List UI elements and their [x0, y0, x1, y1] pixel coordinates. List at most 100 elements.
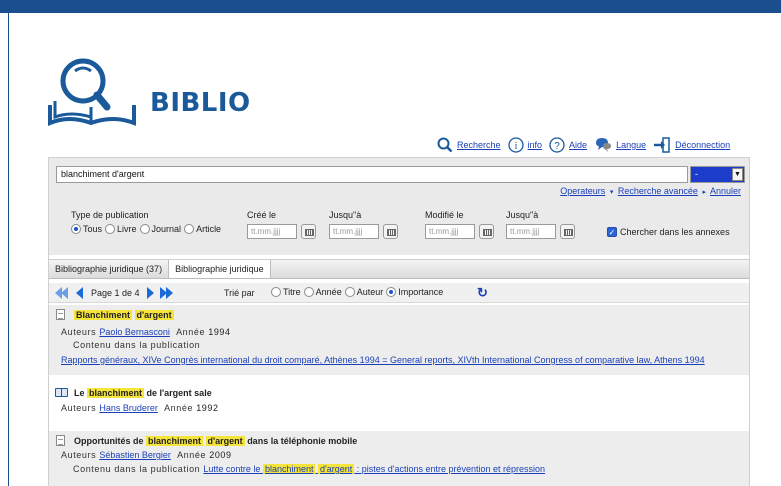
calendar-icon[interactable] — [383, 224, 398, 239]
caret-right-icon: ▸ — [702, 189, 706, 196]
cancel-link[interactable]: Annuler — [710, 186, 741, 196]
result-meta: Auteurs Paolo Bernasconi Année 1994 — [61, 327, 231, 337]
result-meta: Auteurs Hans Bruderer Année 1992 — [61, 403, 219, 413]
created-until-label: Jusqu"à — [329, 210, 362, 220]
year-value: 2009 — [209, 450, 232, 460]
list-item: Le blanchiment de l'argent sale Auteurs … — [49, 383, 749, 423]
radio-icon[interactable] — [303, 287, 314, 297]
search-icon[interactable] — [437, 137, 453, 153]
title-text: dans la téléphonie mobile — [244, 436, 358, 446]
info-icon[interactable]: i — [507, 137, 524, 153]
checkbox-checked-icon[interactable]: ✓ — [607, 227, 617, 237]
year-label: Année — [176, 327, 206, 337]
contained-label: Contenu dans la publication — [73, 464, 201, 474]
sort-option-titre[interactable]: Titre — [271, 287, 301, 297]
tab-bibliographie[interactable]: Bibliographie juridique — [169, 260, 271, 278]
result-title[interactable]: Blanchiment d'argent — [74, 310, 174, 320]
calendar-icon[interactable] — [301, 224, 316, 239]
created-to-field[interactable]: tt.mm.jjjj — [329, 224, 379, 239]
last-page-icon-2[interactable] — [166, 287, 173, 299]
radio-icon[interactable] — [184, 224, 195, 234]
type-option-label: Tous — [83, 224, 103, 234]
radio-icon[interactable] — [344, 287, 355, 297]
sort-option-label: Importance — [398, 287, 444, 297]
highlight-term: d'argent — [134, 310, 174, 320]
modified-label: Modifié le — [425, 210, 464, 220]
highlight-term: d'argent — [205, 436, 245, 446]
annexes-label: Chercher dans les annexes — [620, 227, 730, 237]
result-meta: Auteurs Sébastien Bergier Année 2009 — [61, 450, 232, 460]
language-icon[interactable] — [594, 137, 612, 153]
document-icon — [56, 309, 65, 320]
top-bar — [0, 0, 781, 13]
contained-label: Contenu dans la publication — [73, 340, 201, 350]
main-panel: blanchiment d'argent - ▼ Operateurs ▾ Re… — [48, 157, 750, 486]
operators-link[interactable]: Operateurs — [560, 186, 605, 196]
authors-label: Auteurs — [61, 450, 97, 460]
sort-option-label: Titre — [283, 287, 301, 297]
created-from-field[interactable]: tt.mm.jjjj — [247, 224, 297, 239]
year-label: Année — [177, 450, 207, 460]
type-option-article[interactable]: Article — [184, 224, 221, 234]
highlight-term: blanchiment — [262, 464, 316, 474]
first-page-icon-2[interactable] — [61, 287, 68, 299]
publication-link[interactable]: Rapports généraux, XIVe Congrès internat… — [61, 355, 705, 365]
search-panel: blanchiment d'argent - ▼ Operateurs ▾ Re… — [49, 157, 749, 255]
radio-icon[interactable] — [271, 287, 281, 297]
search-field-select[interactable]: - ▼ — [690, 166, 745, 183]
list-item: Opportunités de blanchiment d'argent dan… — [49, 431, 749, 486]
result-title[interactable]: Le blanchiment de l'argent sale — [74, 388, 212, 398]
type-option-label: Article — [196, 224, 222, 234]
author-link[interactable]: Paolo Bernasconi — [99, 327, 170, 337]
year-label: Année — [164, 403, 194, 413]
author-link[interactable]: Sébastien Bergier — [99, 450, 171, 460]
type-option-label: Journal — [151, 224, 182, 234]
nav-aide-link[interactable]: Aide — [569, 140, 587, 150]
radio-icon[interactable] — [105, 224, 116, 234]
sort-option-auteur[interactable]: Auteur — [344, 287, 383, 297]
year-value: 1992 — [196, 403, 219, 413]
search-input[interactable]: blanchiment d'argent — [56, 166, 688, 183]
type-option-livre[interactable]: Livre — [105, 224, 137, 234]
publication-text: : pistes d'actions entre prévention et r… — [354, 464, 546, 474]
logout-icon[interactable] — [653, 137, 671, 153]
radio-selected-icon[interactable] — [71, 224, 81, 234]
result-title[interactable]: Opportunités de blanchiment d'argent dan… — [74, 436, 357, 446]
type-option-tous[interactable]: Tous — [71, 224, 102, 234]
author-link[interactable]: Hans Bruderer — [99, 403, 158, 413]
annexes-option[interactable]: ✓ Chercher dans les annexes — [607, 227, 730, 237]
modified-from-field[interactable]: tt.mm.jjjj — [425, 224, 475, 239]
next-page-icon[interactable] — [147, 287, 154, 299]
nav-deconnection-link[interactable]: Déconnection — [675, 140, 730, 150]
type-option-journal[interactable]: Journal — [139, 224, 182, 234]
previous-page-icon[interactable] — [76, 287, 83, 299]
publication-text: Lutte contre le — [203, 464, 263, 474]
nav-info-link[interactable]: info — [528, 140, 543, 150]
chevron-down-icon[interactable]: ▼ — [732, 168, 743, 181]
calendar-icon[interactable] — [560, 224, 575, 239]
publication-link[interactable]: Lutte contre le blanchiment d'argent : p… — [203, 464, 545, 474]
radio-icon[interactable] — [139, 224, 150, 234]
refresh-icon[interactable]: ↻ — [477, 285, 488, 301]
pager-bar: Page 1 de 4 Trié par Titre Année Auteur … — [49, 283, 749, 303]
help-icon[interactable]: ? — [549, 137, 565, 153]
nav-langue-link[interactable]: Langue — [616, 140, 646, 150]
advanced-search-link[interactable]: Recherche avancée — [618, 186, 698, 196]
nav-recherche-link[interactable]: Recherche — [457, 140, 501, 150]
highlight-term: blanchiment — [87, 388, 145, 398]
modified-until-label: Jusqu"à — [506, 210, 539, 220]
publication-link-text[interactable]: Rapports généraux, XIVe Congrès internat… — [61, 355, 705, 365]
sort-options: Titre Année Auteur Importance — [271, 287, 446, 297]
title-text: Opportunités de — [74, 436, 146, 446]
result-contained: Contenu dans la publication Lutte contre… — [73, 464, 545, 474]
book-icon — [55, 388, 68, 397]
radio-selected-icon[interactable] — [386, 287, 397, 297]
svg-text:i: i — [514, 141, 517, 152]
modified-to-field[interactable]: tt.mm.jjjj — [506, 224, 556, 239]
highlight-term: blanchiment — [146, 436, 204, 446]
tab-bibliographie-count[interactable]: Bibliographie juridique (37) — [49, 260, 170, 278]
sort-option-importance[interactable]: Importance — [386, 287, 443, 297]
calendar-icon[interactable] — [479, 224, 494, 239]
sort-option-annee[interactable]: Année — [303, 287, 342, 297]
title-text: Le — [74, 388, 88, 398]
